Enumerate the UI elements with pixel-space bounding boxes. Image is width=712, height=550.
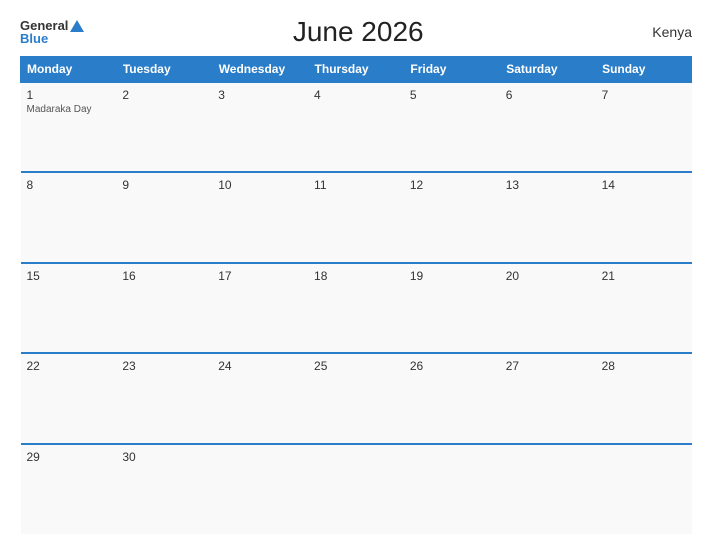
calendar-cell-w1-d2: 2 xyxy=(116,82,212,172)
day-number: 8 xyxy=(27,178,111,192)
week-row-1: 1 Madaraka Day 234567 xyxy=(21,82,692,172)
logo-triangle-icon xyxy=(70,20,84,32)
col-monday: Monday xyxy=(21,57,117,83)
calendar-cell-w2-d2: 9 xyxy=(116,172,212,262)
day-number: 11 xyxy=(314,178,398,192)
day-number: 4 xyxy=(314,88,398,102)
calendar-cell-w2-d6: 13 xyxy=(500,172,596,262)
calendar-cell-w1-d3: 3 xyxy=(212,82,308,172)
day-number: 18 xyxy=(314,269,398,283)
day-number: 26 xyxy=(410,359,494,373)
logo: General Blue xyxy=(20,19,84,45)
calendar-cell-w3-d4: 18 xyxy=(308,263,404,353)
calendar-cell-w3-d6: 20 xyxy=(500,263,596,353)
calendar-cell-w4-d6: 27 xyxy=(500,353,596,443)
logo-blue-text: Blue xyxy=(20,32,48,45)
calendar-title: June 2026 xyxy=(84,16,632,48)
calendar-cell-w5-d3 xyxy=(212,444,308,534)
day-number: 13 xyxy=(506,178,590,192)
calendar-cell-w2-d4: 11 xyxy=(308,172,404,262)
day-number: 9 xyxy=(122,178,206,192)
day-number: 25 xyxy=(314,359,398,373)
calendar-cell-w3-d1: 15 xyxy=(21,263,117,353)
col-tuesday: Tuesday xyxy=(116,57,212,83)
holiday-label: Madaraka Day xyxy=(27,104,111,115)
week-row-2: 89 10 11 12 13 14 xyxy=(21,172,692,262)
country-label: Kenya xyxy=(632,24,692,40)
calendar-cell-w5-d7 xyxy=(596,444,692,534)
calendar-cell-w5-d2: 30 xyxy=(116,444,212,534)
col-sunday: Sunday xyxy=(596,57,692,83)
day-number: 7 xyxy=(602,88,686,102)
day-number: 5 xyxy=(410,88,494,102)
col-wednesday: Wednesday xyxy=(212,57,308,83)
calendar-cell-w1-d5: 5 xyxy=(404,82,500,172)
calendar-table: Monday Tuesday Wednesday Thursday Friday… xyxy=(20,56,692,534)
week-row-5: 29 30 xyxy=(21,444,692,534)
calendar-cell-w1-d4: 4 xyxy=(308,82,404,172)
day-number: 28 xyxy=(602,359,686,373)
day-number: 1 xyxy=(27,88,111,102)
calendar-cell-w4-d1: 22 xyxy=(21,353,117,443)
calendar-cell-w2-d1: 8 xyxy=(21,172,117,262)
day-number: 12 xyxy=(410,178,494,192)
calendar-cell-w5-d5 xyxy=(404,444,500,534)
day-number: 30 xyxy=(122,450,206,464)
day-number: 24 xyxy=(218,359,302,373)
day-number: 19 xyxy=(410,269,494,283)
calendar-cell-w2-d3: 10 xyxy=(212,172,308,262)
calendar-cell-w4-d2: 23 xyxy=(116,353,212,443)
calendar-cell-w4-d4: 25 xyxy=(308,353,404,443)
day-number: 17 xyxy=(218,269,302,283)
calendar-cell-w3-d7: 21 xyxy=(596,263,692,353)
calendar-cell-w3-d5: 19 xyxy=(404,263,500,353)
calendar-cell-w4-d5: 26 xyxy=(404,353,500,443)
day-number: 14 xyxy=(602,178,686,192)
day-number: 16 xyxy=(122,269,206,283)
calendar-cell-w2-d7: 14 xyxy=(596,172,692,262)
calendar-cell-w3-d3: 17 xyxy=(212,263,308,353)
day-number: 2 xyxy=(122,88,206,102)
day-number: 3 xyxy=(218,88,302,102)
calendar-header-row: Monday Tuesday Wednesday Thursday Friday… xyxy=(21,57,692,83)
col-friday: Friday xyxy=(404,57,500,83)
col-saturday: Saturday xyxy=(500,57,596,83)
calendar-body: 1Madaraka Day234567891011121314151617181… xyxy=(21,82,692,534)
day-number: 6 xyxy=(506,88,590,102)
day-number: 22 xyxy=(27,359,111,373)
calendar-cell-w5-d1: 29 xyxy=(21,444,117,534)
calendar-cell-w1-d7: 7 xyxy=(596,82,692,172)
calendar-cell-w3-d2: 16 xyxy=(116,263,212,353)
day-number: 29 xyxy=(27,450,111,464)
day-number: 20 xyxy=(506,269,590,283)
day-number: 27 xyxy=(506,359,590,373)
calendar-cell-w5-d4 xyxy=(308,444,404,534)
day-number: 23 xyxy=(122,359,206,373)
calendar-cell-w1-d1: 1 Madaraka Day xyxy=(21,82,117,172)
col-thursday: Thursday xyxy=(308,57,404,83)
week-row-3: 15 16 17 18 19 20 21 xyxy=(21,263,692,353)
day-number: 21 xyxy=(602,269,686,283)
calendar-cell-w4-d3: 24 xyxy=(212,353,308,443)
calendar-cell-w2-d5: 12 xyxy=(404,172,500,262)
calendar-cell-w4-d7: 28 xyxy=(596,353,692,443)
day-number: 10 xyxy=(218,178,302,192)
calendar-cell-w1-d6: 6 xyxy=(500,82,596,172)
week-row-4: 22 23 24 25 26 27 28 xyxy=(21,353,692,443)
day-number: 15 xyxy=(27,269,111,283)
calendar-header: General Blue June 2026 Kenya xyxy=(20,16,692,48)
calendar-cell-w5-d6 xyxy=(500,444,596,534)
